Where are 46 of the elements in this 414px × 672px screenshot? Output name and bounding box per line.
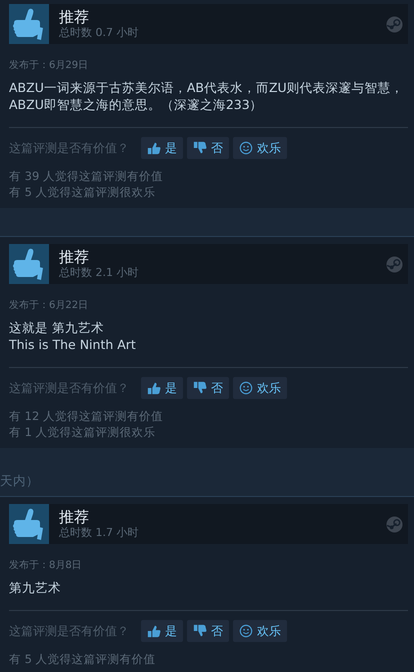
- post-date: 发布于：8月8日: [9, 559, 83, 572]
- vote-count: 有 1 人觉得这篇评测很欢乐: [9, 424, 157, 440]
- thumbs-up-icon: [147, 381, 161, 395]
- smiley-icon: [239, 624, 253, 638]
- yes-button[interactable]: 是: [141, 377, 183, 399]
- no-button[interactable]: 否: [187, 137, 229, 159]
- review-verdict: 推荐: [59, 248, 90, 266]
- vote-count: 有 39 人觉得这篇评测有价值: [9, 168, 164, 184]
- playtime: 总时数 0.7 小时: [59, 26, 140, 40]
- no-button[interactable]: 否: [187, 377, 229, 399]
- steam-logo-icon: [386, 256, 403, 272]
- funny-button[interactable]: 欢乐: [233, 620, 287, 642]
- funny-button[interactable]: 欢乐: [233, 137, 287, 159]
- smiley-icon: [239, 141, 253, 155]
- steam-logo-icon: [386, 516, 403, 532]
- thumbs-up-icon: [147, 141, 161, 155]
- review-verdict: 推荐: [59, 8, 90, 26]
- review-text: This is The Ninth Art: [9, 336, 137, 353]
- vote-count: 有 5 人觉得这篇评测很欢乐: [9, 184, 157, 200]
- filter-text: 天内）: [0, 473, 40, 490]
- helpful-prompt: 这篇评测是否有价值？: [9, 140, 129, 156]
- playtime: 总时数 1.7 小时: [59, 526, 140, 540]
- steam-logo-icon: [386, 16, 403, 32]
- thumbs-down-icon: [193, 141, 207, 155]
- thumbs-up-icon: [9, 244, 49, 284]
- smiley-icon: [239, 381, 253, 395]
- thumbs-down-icon: [193, 381, 207, 395]
- vote-count: 有 5 人觉得这篇评测有价值: [9, 651, 157, 667]
- post-date: 发布于：6月22日: [9, 299, 90, 312]
- review-text: 第九艺术: [9, 579, 62, 596]
- review-verdict: 推荐: [59, 508, 90, 526]
- review-text: ABZU一词来源于古苏美尔语，AB代表水，而ZU则代表深邃与智慧，ABZU即智慧之海的意思。（深邃之海233）: [9, 79, 404, 113]
- yes-button[interactable]: 是: [141, 137, 183, 159]
- review-text: 这就是 第九艺术: [9, 319, 105, 336]
- thumbs-down-icon: [193, 624, 207, 638]
- no-button[interactable]: 否: [187, 620, 229, 642]
- funny-button[interactable]: 欢乐: [233, 377, 287, 399]
- helpful-prompt: 这篇评测是否有价值？: [9, 380, 129, 396]
- post-date: 发布于：6月29日: [9, 59, 90, 72]
- thumbs-up-icon: [9, 4, 49, 44]
- thumbs-up-icon: [147, 624, 161, 638]
- helpful-prompt: 这篇评测是否有价值？: [9, 622, 129, 640]
- yes-button[interactable]: 是: [141, 620, 183, 642]
- playtime: 总时数 2.1 小时: [59, 266, 140, 280]
- vote-count: 有 12 人觉得这篇评测有价值: [9, 408, 164, 424]
- thumbs-up-icon: [9, 504, 49, 544]
